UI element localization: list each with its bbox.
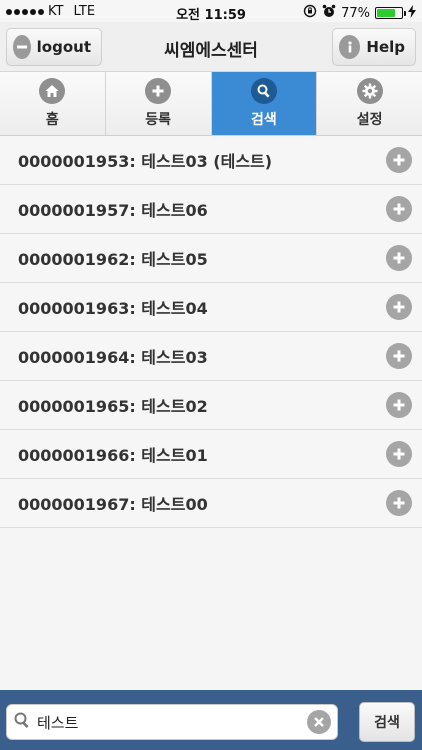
tab-register[interactable]: 등록 xyxy=(105,72,212,135)
tab-label: 등록 xyxy=(145,112,171,128)
help-label: Help xyxy=(366,38,405,56)
tab-label: 설정 xyxy=(356,112,383,128)
charging-icon xyxy=(408,4,416,22)
list-item-label: 0000001963: 테스트04 xyxy=(18,299,208,318)
tab-label: 홈 xyxy=(45,112,59,128)
result-list: 0000001953: 테스트03 (테스트) 0000001957: 테스트0… xyxy=(0,136,422,528)
add-icon[interactable] xyxy=(386,441,412,467)
clear-icon[interactable] xyxy=(307,710,331,734)
add-icon[interactable] xyxy=(386,490,412,516)
search-field[interactable] xyxy=(6,704,338,740)
list-item[interactable]: 0000001962: 테스트05 xyxy=(0,234,422,283)
info-circle-icon xyxy=(339,35,361,59)
list-item-label: 0000001965: 테스트02 xyxy=(18,397,208,416)
search-icon xyxy=(13,711,31,733)
app-header: logout 씨엠에스센터 Help xyxy=(0,22,422,72)
add-icon[interactable] xyxy=(386,147,412,173)
tab-label: 검색 xyxy=(250,112,277,128)
list-item[interactable]: 0000001966: 테스트01 xyxy=(0,430,422,479)
add-icon[interactable] xyxy=(386,294,412,320)
battery-icon xyxy=(375,7,406,19)
list-item[interactable]: 0000001967: 테스트00 xyxy=(0,479,422,528)
tab-bar: 홈 등록 검색 설정 xyxy=(0,72,422,136)
list-item[interactable]: 0000001963: 테스트04 xyxy=(0,283,422,332)
tab-search[interactable]: 검색 xyxy=(211,72,318,135)
list-item[interactable]: 0000001957: 테스트06 xyxy=(0,185,422,234)
add-icon[interactable] xyxy=(386,343,412,369)
add-icon[interactable] xyxy=(386,392,412,418)
gear-icon xyxy=(356,78,383,104)
home-icon xyxy=(39,78,66,104)
help-button[interactable]: Help xyxy=(332,28,416,66)
tab-settings[interactable]: 설정 xyxy=(317,72,422,135)
list-item-label: 0000001962: 테스트05 xyxy=(18,250,208,269)
list-item[interactable]: 0000001964: 테스트03 xyxy=(0,332,422,381)
status-bar: KT LTE 오전 11:59 77% xyxy=(0,0,422,23)
list-item-label: 0000001953: 테스트03 (테스트) xyxy=(18,152,273,171)
tab-home[interactable]: 홈 xyxy=(0,72,106,135)
list-item[interactable]: 0000001965: 테스트02 xyxy=(0,381,422,430)
list-item-label: 0000001957: 테스트06 xyxy=(18,201,208,220)
rotation-lock-icon xyxy=(303,4,317,22)
battery-percent: 77% xyxy=(341,5,370,21)
list-item-label: 0000001964: 테스트03 xyxy=(18,348,208,367)
plus-circle-icon xyxy=(145,78,172,104)
search-button[interactable]: 검색 xyxy=(359,702,415,742)
search-footer: 검색 xyxy=(0,690,422,750)
list-item-label: 0000001966: 테스트01 xyxy=(18,446,208,465)
add-icon[interactable] xyxy=(386,196,412,222)
status-right: 77% xyxy=(303,4,416,22)
search-input[interactable] xyxy=(37,713,307,731)
list-item[interactable]: 0000001953: 테스트03 (테스트) xyxy=(0,136,422,185)
alarm-icon xyxy=(322,4,336,22)
list-item-label: 0000001967: 테스트00 xyxy=(18,495,208,514)
search-icon xyxy=(250,78,277,104)
add-icon[interactable] xyxy=(386,245,412,271)
